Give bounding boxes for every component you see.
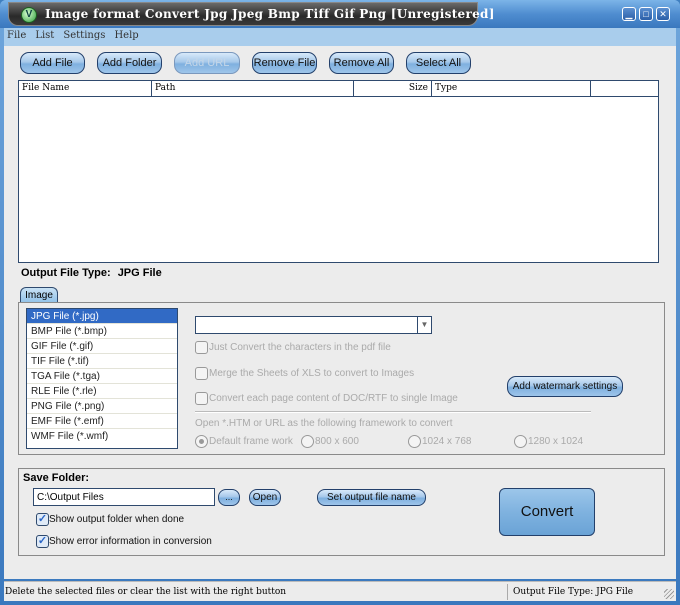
tab-image[interactable]: Image	[20, 287, 58, 303]
show-errors-checkbox[interactable]: ✓ Show error information in conversion	[36, 535, 212, 548]
save-folder-input[interactable]	[33, 488, 215, 506]
merge-xls-label: Merge the Sheets of XLS to convert to Im…	[209, 368, 415, 380]
file-list-table[interactable]: File Name Path Size Type	[18, 80, 659, 263]
select-all-button[interactable]: Select All	[406, 52, 471, 74]
output-type-value: JPG File	[117, 267, 162, 279]
pdf-chars-label: Just Convert the characters in the pdf f…	[209, 342, 391, 354]
menu-file[interactable]: File	[4, 28, 29, 41]
radio-1280x1024[interactable]: 1280 x 1024	[514, 435, 583, 448]
column-size[interactable]: Size	[354, 81, 432, 96]
menu-bar: File List Settings Help	[4, 28, 676, 46]
format-item[interactable]: GIF File (*.gif)	[27, 339, 177, 354]
radio-label: 800 x 600	[315, 436, 359, 448]
divider	[195, 411, 591, 413]
remove-file-button[interactable]: Remove File	[252, 52, 317, 74]
resize-grip-icon[interactable]	[664, 589, 674, 599]
image-options-panel: JPG File (*.jpg) BMP File (*.bmp) GIF Fi…	[18, 302, 665, 455]
radio-1024x768[interactable]: 1024 x 768	[408, 435, 472, 448]
radio-label: 1280 x 1024	[528, 436, 584, 448]
radio-dot[interactable]	[301, 435, 314, 448]
app-window: V Image format Convert Jpg Jpeg Bmp Tiff…	[0, 0, 680, 605]
add-url-button[interactable]: Add URL	[174, 52, 240, 74]
title-pill: V Image format Convert Jpg Jpeg Bmp Tiff…	[8, 2, 494, 26]
doc-single-checkbox[interactable]: Convert each page content of DOC/RTF to …	[195, 392, 458, 405]
minimize-icon[interactable]: ▁	[622, 7, 636, 21]
browse-button[interactable]: ...	[218, 489, 240, 506]
frame-label: Open *.HTM or URL as the following frame…	[195, 418, 453, 429]
menu-help[interactable]: Help	[111, 28, 141, 41]
format-item[interactable]: RLE File (*.rle)	[27, 384, 177, 399]
output-file-type: Output File Type: JPG File	[21, 267, 162, 279]
show-errors-label: Show error information in conversion	[49, 536, 212, 548]
show-folder-label: Show output folder when done	[49, 514, 185, 526]
format-item[interactable]: BMP File (*.bmp)	[27, 324, 177, 339]
checkbox-box[interactable]	[195, 392, 208, 405]
format-item[interactable]: PNG File (*.png)	[27, 399, 177, 414]
radio-default-frame[interactable]: Default frame work	[195, 435, 293, 448]
status-message: Delete the selected files or clear the l…	[5, 584, 508, 600]
format-item[interactable]: TIF File (*.tif)	[27, 354, 177, 369]
radio-label: Default frame work	[209, 436, 293, 448]
app-logo-icon: V	[21, 7, 37, 23]
column-path[interactable]: Path	[152, 81, 354, 96]
save-folder-label: Save Folder:	[23, 472, 90, 484]
remove-all-button[interactable]: Remove All	[329, 52, 394, 74]
title-bar[interactable]: V Image format Convert Jpg Jpeg Bmp Tiff…	[0, 0, 680, 28]
main-panel: Add File Add Folder Add URL Remove File …	[4, 46, 676, 579]
column-extra[interactable]	[591, 81, 659, 96]
doc-single-label: Convert each page content of DOC/RTF to …	[209, 393, 458, 405]
convert-button[interactable]: Convert	[499, 488, 595, 536]
merge-xls-checkbox[interactable]: Merge the Sheets of XLS to convert to Im…	[195, 367, 414, 380]
add-file-button[interactable]: Add File	[20, 52, 85, 74]
format-item[interactable]: EMF File (*.emf)	[27, 414, 177, 429]
pdf-chars-checkbox[interactable]: Just Convert the characters in the pdf f…	[195, 341, 391, 354]
checkbox-box[interactable]	[195, 341, 208, 354]
add-folder-button[interactable]: Add Folder	[97, 52, 162, 74]
set-output-name-button[interactable]: Set output file name	[317, 489, 426, 506]
checkbox-box[interactable]	[195, 367, 208, 380]
file-list-header: File Name Path Size Type	[19, 81, 658, 97]
radio-label: 1024 x 768	[422, 436, 472, 448]
format-item[interactable]: JPG File (*.jpg)	[27, 309, 177, 324]
status-output-type: Output File Type: JPG File	[513, 587, 634, 597]
radio-800x600[interactable]: 800 x 600	[301, 435, 359, 448]
radio-dot[interactable]	[514, 435, 527, 448]
column-type[interactable]: Type	[432, 81, 591, 96]
column-file-name[interactable]: File Name	[19, 81, 152, 96]
maximize-icon[interactable]: □	[639, 7, 653, 21]
checkmark-icon[interactable]: ✓	[36, 535, 49, 548]
checkmark-icon[interactable]: ✓	[36, 513, 49, 526]
output-type-label: Output File Type:	[21, 267, 111, 279]
radio-dot[interactable]	[195, 435, 208, 448]
open-folder-button[interactable]: Open	[249, 489, 281, 506]
chevron-down-icon[interactable]: ▼	[417, 317, 431, 333]
add-watermark-button[interactable]: Add watermark settings	[507, 376, 623, 397]
save-folder-panel: Save Folder: ... Open Set output file na…	[18, 468, 665, 556]
status-bar: Delete the selected files or clear the l…	[4, 581, 676, 601]
radio-dot[interactable]	[408, 435, 421, 448]
format-list[interactable]: JPG File (*.jpg) BMP File (*.bmp) GIF Fi…	[26, 308, 178, 449]
window-title: Image format Convert Jpg Jpeg Bmp Tiff G…	[45, 7, 495, 21]
format-item[interactable]: TGA File (*.tga)	[27, 369, 177, 384]
menu-list[interactable]: List	[32, 28, 57, 41]
close-icon[interactable]: ✕	[656, 7, 670, 21]
menu-settings[interactable]: Settings	[60, 28, 108, 41]
option-combobox[interactable]: ▼	[195, 316, 432, 334]
show-folder-checkbox[interactable]: ✓ Show output folder when done	[36, 513, 184, 526]
format-item[interactable]: WMF File (*.wmf)	[27, 429, 177, 444]
